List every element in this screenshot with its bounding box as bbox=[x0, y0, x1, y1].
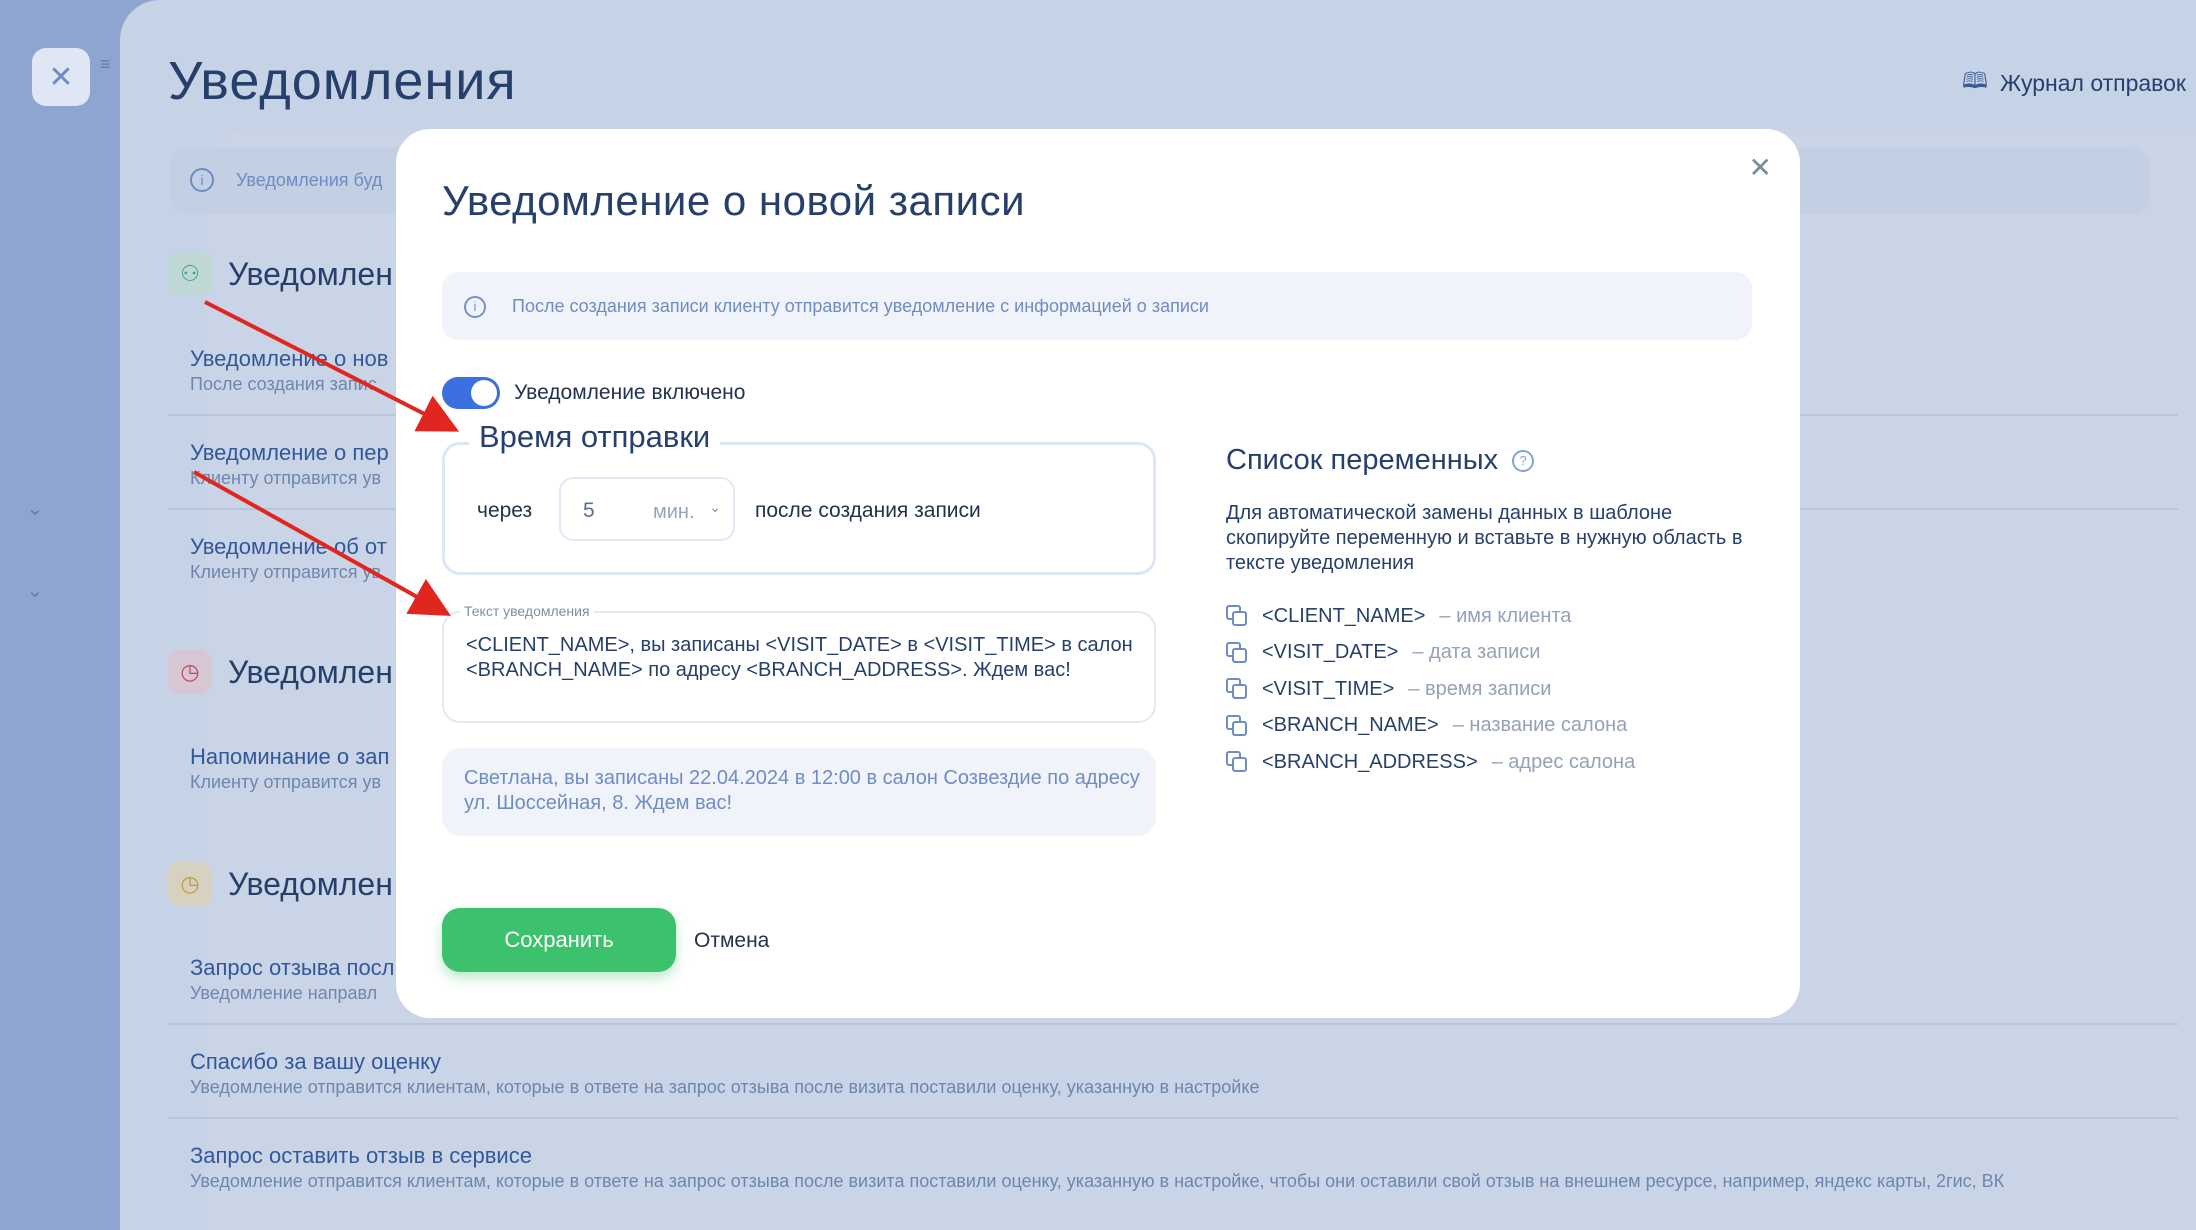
journal-link[interactable]: 🕮 Журнал отправок bbox=[1962, 64, 2186, 102]
variable-desc: – время записи bbox=[1408, 677, 1552, 700]
chevron-down-icon[interactable]: ⌄ bbox=[22, 496, 48, 522]
copy-icon[interactable] bbox=[1226, 751, 1248, 773]
toggle-knob bbox=[471, 380, 497, 406]
variables-list: <CLIENT_NAME> – имя клиента <VISIT_DATE>… bbox=[1226, 598, 1635, 781]
item-desc: Уведомление отправится клиентам, которые… bbox=[190, 1171, 2005, 1191]
send-time-prefix: через bbox=[477, 499, 533, 522]
copy-icon[interactable] bbox=[1226, 714, 1248, 737]
variable-name: <VISIT_DATE> bbox=[1262, 641, 1399, 664]
list-item[interactable]: Спасибо за вашу оценку Уведомление отпра… bbox=[190, 1049, 2190, 1098]
copy-icon[interactable] bbox=[1226, 641, 1248, 664]
variable-name: <CLIENT_NAME> bbox=[1262, 604, 1426, 627]
delay-unit: мин. bbox=[653, 501, 695, 523]
clock-icon: ◷ bbox=[168, 862, 212, 906]
message-label: Текст уведомления bbox=[460, 603, 594, 619]
variable-row[interactable]: <BRANCH_ADDRESS> – адрес салона bbox=[1226, 744, 1635, 781]
send-time-legend: Время отправки bbox=[469, 419, 721, 455]
user-icon: ⚇ bbox=[168, 252, 212, 296]
variable-name: <BRANCH_NAME> bbox=[1262, 714, 1439, 737]
book-icon: 🕮 bbox=[1962, 68, 1988, 93]
variable-row[interactable]: <CLIENT_NAME> – имя клиента bbox=[1226, 598, 1635, 635]
section-title: Уведомлен bbox=[228, 653, 393, 690]
modal-info-text: После создания записи клиенту отправится… bbox=[512, 296, 1209, 316]
item-name: Запрос оставить отзыв в сервисе bbox=[190, 1143, 532, 1168]
page-title: Уведомления bbox=[168, 51, 517, 111]
variable-desc: – дата записи bbox=[1412, 641, 1541, 664]
variables-title-text: Список переменных bbox=[1226, 444, 1499, 476]
delay-select[interactable]: 5 мин. ⌄ bbox=[559, 477, 735, 541]
variable-desc: – название салона bbox=[1452, 714, 1628, 737]
copy-icon[interactable] bbox=[1226, 678, 1248, 700]
cancel-button[interactable]: Отмена bbox=[694, 929, 769, 953]
info-icon: i bbox=[464, 296, 486, 318]
section-title: Уведомлен bbox=[228, 865, 393, 902]
journal-label: Журнал отправок bbox=[2000, 69, 2186, 96]
section-header: ◷ Уведомлен bbox=[168, 862, 393, 906]
send-time-suffix: после создания записи bbox=[755, 499, 981, 522]
enabled-toggle[interactable] bbox=[442, 377, 500, 409]
left-rail bbox=[0, 0, 120, 1230]
section-header: ◷ Уведомлен bbox=[168, 650, 393, 694]
close-icon[interactable]: ✕ bbox=[32, 48, 90, 106]
variable-desc: – адрес салона bbox=[1491, 750, 1636, 773]
toggle-label: Уведомление включено bbox=[514, 381, 746, 404]
item-desc: Уведомление отправится клиентам, которые… bbox=[190, 1077, 1260, 1097]
info-icon: i bbox=[190, 168, 214, 192]
preview-text: Светлана, вы записаны 22.04.2024 в 12:00… bbox=[464, 767, 1140, 814]
message-preview: Светлана, вы записаны 22.04.2024 в 12:00… bbox=[442, 748, 1156, 836]
chevron-down-icon[interactable]: ⌄ bbox=[22, 578, 48, 604]
delay-value: 5 bbox=[583, 499, 595, 522]
message-text[interactable]: <CLIENT_NAME>, вы записаны <VISIT_DATE> … bbox=[466, 633, 1146, 683]
modal-title: Уведомление о новой записи bbox=[442, 177, 1026, 224]
variable-name: <VISIT_TIME> bbox=[1262, 677, 1395, 700]
copy-icon[interactable] bbox=[1226, 605, 1248, 627]
save-button[interactable]: Сохранить bbox=[442, 908, 676, 972]
menu-icon[interactable]: ≡ bbox=[100, 54, 120, 74]
section-header: ⚇ Уведомлен bbox=[168, 252, 393, 296]
section-title: Уведомлен bbox=[228, 255, 393, 292]
help-icon[interactable]: ? bbox=[1512, 449, 1535, 472]
page-info-text: Уведомления буд bbox=[236, 170, 383, 190]
variable-row[interactable]: <BRANCH_NAME> – название салона bbox=[1226, 708, 1635, 745]
notification-modal: ✕ Уведомление о новой записи i После соз… bbox=[396, 129, 1800, 1018]
variable-row[interactable]: <VISIT_DATE> – дата записи bbox=[1226, 635, 1635, 672]
chevron-down-icon: ⌄ bbox=[709, 499, 721, 515]
close-icon[interactable]: ✕ bbox=[1749, 151, 1772, 184]
message-textarea[interactable]: Текст уведомления <CLIENT_NAME>, вы запи… bbox=[442, 603, 1156, 723]
divider bbox=[168, 1023, 2178, 1025]
variables-desc: Для автоматической замены данных в шабло… bbox=[1226, 502, 1743, 574]
variables-title: Список переменных ? bbox=[1226, 444, 1535, 477]
modal-info-banner: i После создания записи клиенту отправит… bbox=[442, 272, 1752, 340]
item-name: Спасибо за вашу оценку bbox=[190, 1049, 441, 1074]
variable-desc: – имя клиента bbox=[1439, 604, 1572, 627]
list-item[interactable]: Запрос оставить отзыв в сервисе Уведомле… bbox=[190, 1143, 2190, 1192]
send-time-group: Время отправки через 5 мин. ⌄ после созд… bbox=[442, 419, 1156, 575]
variable-row[interactable]: <VISIT_TIME> – время записи bbox=[1226, 671, 1635, 708]
divider bbox=[168, 1117, 2178, 1119]
enabled-toggle-row: Уведомление включено bbox=[442, 377, 745, 409]
variable-name: <BRANCH_ADDRESS> bbox=[1262, 750, 1478, 773]
clock-icon: ◷ bbox=[168, 650, 212, 694]
